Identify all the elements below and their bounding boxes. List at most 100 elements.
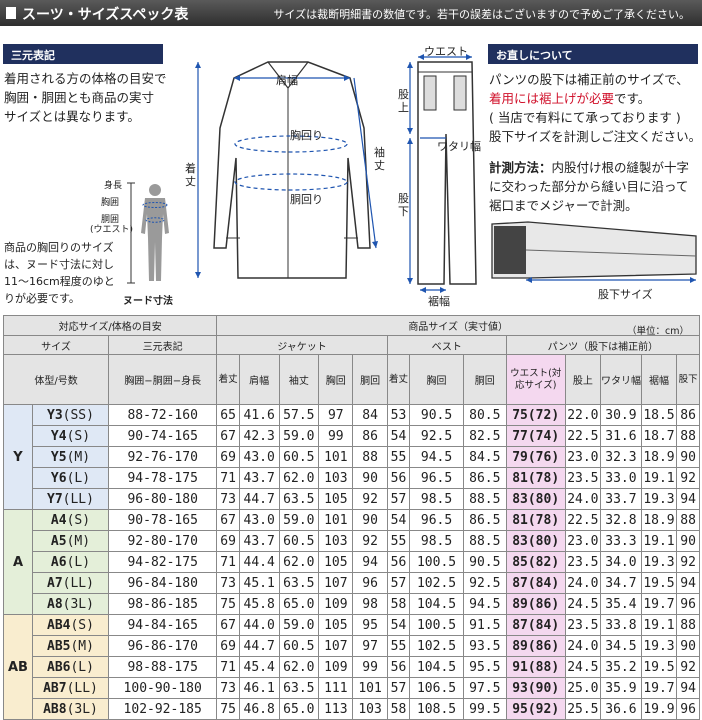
jacket-cell: 43.7 bbox=[238, 467, 280, 489]
sangen-cell: 92-76-170 bbox=[108, 446, 218, 468]
vest-cell: 92.5 bbox=[462, 572, 507, 594]
head-j-do: 胴回 bbox=[352, 354, 388, 405]
nude-size-label: ヌード寸法 bbox=[123, 296, 173, 307]
alter-m1-line: 計測方法：内股付け根の縫製が十字 bbox=[489, 158, 689, 177]
sangen-cell: 94-84-165 bbox=[108, 614, 218, 636]
pants-cell: 94 bbox=[676, 677, 700, 699]
head-p-watari: ワタリ幅 bbox=[600, 354, 642, 405]
jacket-cell: 73 bbox=[216, 488, 240, 510]
vest-cell: 53 bbox=[386, 404, 411, 426]
jacket-cell: 44.4 bbox=[238, 551, 280, 573]
pants-cell: 81(78) bbox=[505, 509, 566, 531]
alter-p1a: パンツの股下は補正前のサイズで、 bbox=[489, 72, 689, 87]
table-row: A7(LL) 96-84-180 73 45.1 63.5 107 96 57 102.5 92.… bbox=[4, 572, 700, 594]
jacket-cell: 62.0 bbox=[278, 551, 320, 573]
vest-cell: 91.5 bbox=[462, 614, 507, 636]
pants-cell: 33.0 bbox=[600, 467, 642, 489]
sangen-cell: 96-84-180 bbox=[108, 572, 218, 594]
jacket-cell: 103 bbox=[318, 530, 354, 552]
jacket-cell: 92 bbox=[352, 530, 388, 552]
pants-cell: 19.7 bbox=[640, 677, 678, 699]
vest-cell: 96.5 bbox=[409, 467, 464, 489]
pants-cell: 19.7 bbox=[640, 593, 678, 615]
jacket-cell: 84 bbox=[352, 404, 388, 426]
table-row: A5(M) 92-80-170 69 43.7 60.5 103 92 55 98.5 88.5 8… bbox=[4, 530, 700, 552]
pants-label-inseam: 股下 bbox=[398, 192, 409, 218]
head-shohin-text: 商品サイズ（実寸値） bbox=[408, 322, 509, 333]
pants-cell: 33.8 bbox=[600, 614, 642, 636]
pants-cell: 83(80) bbox=[505, 530, 566, 552]
pants-cell: 88 bbox=[676, 614, 700, 636]
vest-cell: 102.5 bbox=[409, 635, 464, 657]
pants-cell: 19.3 bbox=[640, 635, 678, 657]
jacket-cell: 71 bbox=[216, 551, 240, 573]
jacket-cell: 98 bbox=[352, 593, 388, 615]
jacket-cell: 105 bbox=[318, 488, 354, 510]
pants-cell: 23.0 bbox=[564, 446, 602, 468]
jacket-cell: 65 bbox=[216, 404, 240, 426]
jacket-cell: 109 bbox=[318, 656, 354, 678]
pants-cell: 25.0 bbox=[564, 677, 602, 699]
jacket-cell: 97 bbox=[352, 635, 388, 657]
pants-cell: 75(72) bbox=[505, 404, 566, 426]
size-letter: (SS) bbox=[62, 407, 94, 423]
pants-cell: 89(86) bbox=[505, 593, 566, 615]
head-j-mune: 胸回 bbox=[318, 354, 354, 405]
jacket-cell: 107 bbox=[318, 572, 354, 594]
pants-cell: 33.3 bbox=[600, 530, 642, 552]
table-row: Y5(M) 92-76-170 69 43.0 60.5 101 88 55 94.5 84.5 7… bbox=[4, 446, 700, 468]
jacket-cell: 59.0 bbox=[278, 509, 320, 531]
jacket-cell: 90 bbox=[352, 467, 388, 489]
size-letter: (L) bbox=[70, 659, 94, 675]
pants-cell: 94 bbox=[676, 488, 700, 510]
size-letter: (S) bbox=[66, 512, 91, 528]
head-jacket: ジャケット bbox=[216, 335, 388, 355]
jacket-label-chest: 胸回り bbox=[290, 129, 323, 142]
pants-cell: 34.5 bbox=[600, 635, 642, 657]
pants-cell: 19.3 bbox=[640, 488, 678, 510]
pants-cell: 23.0 bbox=[564, 530, 602, 552]
jacket-cell: 63.5 bbox=[278, 488, 320, 510]
table-row: A8(3L) 98-86-185 75 45.8 65.0 109 98 58 104.5 94.… bbox=[4, 593, 700, 615]
head-p-waist: ウエスト(対応サイズ) bbox=[505, 354, 566, 405]
vest-cell: 104.5 bbox=[409, 656, 464, 678]
size-code: AB7 bbox=[43, 680, 67, 696]
size-cell: A7(LL) bbox=[31, 572, 110, 594]
size-code: Y4 bbox=[50, 428, 67, 444]
jacket-cell: 105 bbox=[318, 551, 354, 573]
jacket-cell: 67 bbox=[216, 614, 240, 636]
sangen-cell: 90-78-165 bbox=[108, 509, 218, 531]
pants-cell: 19.1 bbox=[640, 614, 678, 636]
pants-cell: 90 bbox=[676, 446, 700, 468]
jacket-cell: 71 bbox=[216, 656, 240, 678]
pants-cell: 95(92) bbox=[505, 698, 566, 720]
pants-cell: 86 bbox=[676, 404, 700, 426]
alter-p2: ( 当店で有料にて承っております ) bbox=[489, 110, 681, 125]
sangen-heading: 三元表記 bbox=[3, 44, 163, 64]
size-cell: Y4(S) bbox=[31, 425, 110, 447]
jacket-cell: 103 bbox=[352, 698, 388, 720]
pants-cell: 89(86) bbox=[505, 635, 566, 657]
pants-cell: 35.9 bbox=[600, 677, 642, 699]
head-j-sode: 袖丈 bbox=[278, 354, 320, 405]
jacket-cell: 95 bbox=[352, 614, 388, 636]
pants-cell: 18.9 bbox=[640, 446, 678, 468]
size-letter: (M) bbox=[70, 638, 94, 654]
pants-cell: 96 bbox=[676, 698, 700, 720]
vest-cell: 54 bbox=[386, 614, 411, 636]
pants-cell: 91(88) bbox=[505, 656, 566, 678]
size-code: AB6 bbox=[47, 659, 71, 675]
size-letter: (L) bbox=[66, 470, 91, 486]
head-j-kitake: 着丈 bbox=[216, 354, 240, 405]
head-sangen-detail: 胸囲−胴囲−身長 bbox=[108, 354, 218, 405]
head-sangen: 三元表記 bbox=[108, 335, 218, 355]
pants-cell: 18.9 bbox=[640, 509, 678, 531]
jacket-cell: 88 bbox=[352, 446, 388, 468]
group-label: AB bbox=[3, 614, 33, 720]
pants-cell: 34.0 bbox=[600, 551, 642, 573]
sangen-cell: 98-86-185 bbox=[108, 593, 218, 615]
head-pants: パンツ（股下は補正前） bbox=[505, 335, 701, 355]
vest-cell: 57 bbox=[386, 677, 411, 699]
vest-cell: 57 bbox=[386, 488, 411, 510]
pants-cell: 24.0 bbox=[564, 572, 602, 594]
